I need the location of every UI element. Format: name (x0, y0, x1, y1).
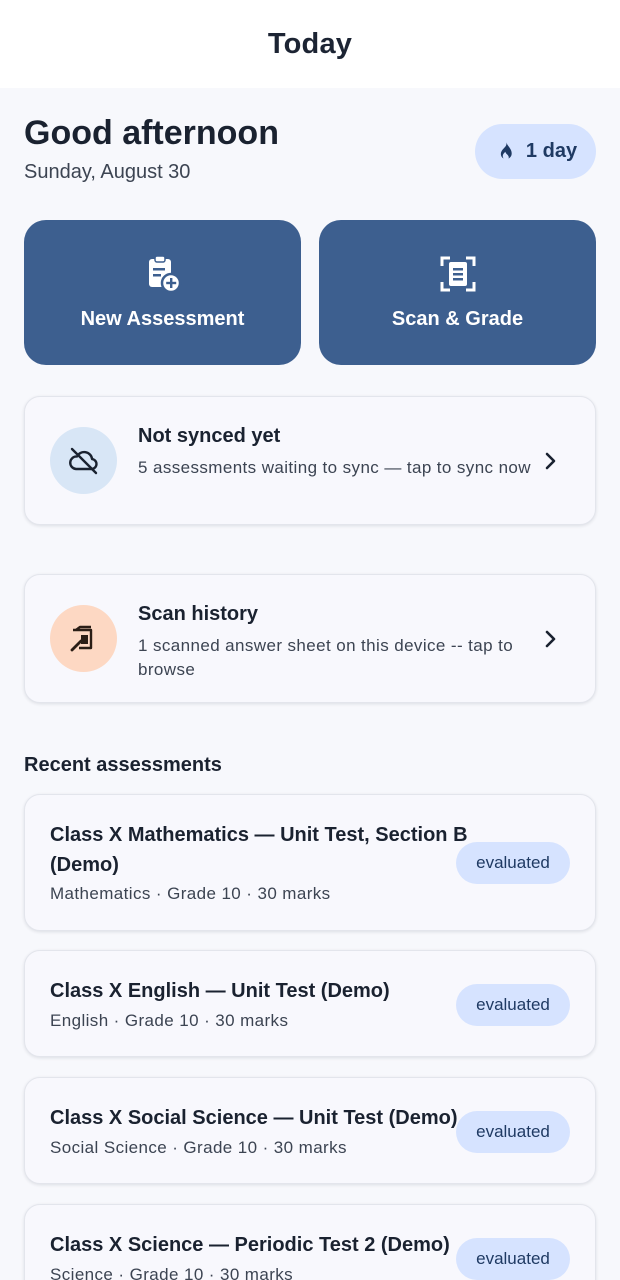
sync-card-subtitle: 5 assessments waiting to sync — tap to s… (138, 458, 531, 477)
streak-badge[interactable]: 1 day (475, 124, 596, 179)
status-badge: evaluated (456, 1238, 570, 1280)
document-scan-icon (440, 256, 475, 292)
app-bar: Today (0, 0, 620, 88)
assessment-card[interactable]: Class X Science — Periodic Test 2 (Demo)… (24, 1204, 596, 1280)
assessment-title: Class X Mathematics — Unit Test, Section… (50, 824, 468, 876)
new-assessment-button[interactable]: New Assessment (24, 220, 301, 365)
greeting: Good afternoon Sunday, August 30 (24, 114, 279, 184)
clipboard-add-icon (148, 255, 181, 294)
assessment-meta: Science · Grade 10 · 30 marks (50, 1265, 294, 1280)
sync-icon-circle (50, 427, 117, 494)
scan-history-card[interactable]: Scan history 1 scanned answer sheet on t… (24, 574, 596, 703)
assessment-title: Class X Science — Periodic Test 2 (Demo) (50, 1234, 450, 1256)
recent-assessments-heading: Recent assessments (24, 754, 222, 776)
assessment-title: Class X English — Unit Test (Demo) (50, 980, 390, 1002)
scan-grade-button[interactable]: Scan & Grade (319, 220, 596, 365)
cloud-off-icon (68, 447, 98, 474)
date-text: Sunday, August 30 (24, 161, 191, 183)
flame-icon (500, 141, 512, 159)
assessment-meta: English · Grade 10 · 30 marks (50, 1011, 289, 1030)
chevron-right-icon (545, 452, 556, 470)
new-assessment-label: New Assessment (80, 308, 245, 330)
chevron-right-icon (545, 630, 556, 648)
status-badge: evaluated (456, 842, 570, 884)
status-badge: evaluated (456, 1111, 570, 1153)
assessment-card[interactable]: Class X English — Unit Test (Demo) Engli… (24, 950, 596, 1057)
scan-history-icon (70, 625, 92, 651)
sync-card-title: Not synced yet (138, 425, 281, 447)
assessment-card[interactable]: Class X Mathematics — Unit Test, Section… (24, 794, 596, 931)
status-badge: evaluated (456, 984, 570, 1026)
assessment-card[interactable]: Class X Social Science — Unit Test (Demo… (24, 1077, 596, 1184)
scan-history-icon-circle (50, 605, 117, 672)
sync-status-card[interactable]: Not synced yet 5 assessments waiting to … (24, 396, 596, 525)
scan-history-subtitle: 1 scanned answer sheet on this device --… (138, 636, 514, 679)
scan-grade-label: Scan & Grade (391, 308, 524, 330)
greeting-text: Good afternoon (24, 114, 279, 152)
assessment-meta: Social Science · Grade 10 · 30 marks (50, 1138, 347, 1157)
scan-history-title: Scan history (138, 603, 259, 625)
streak-label: 1 day (525, 140, 578, 162)
assessment-meta: Mathematics · Grade 10 · 30 marks (50, 884, 331, 903)
assessment-title: Class X Social Science — Unit Test (Demo… (50, 1107, 458, 1129)
page-title: Today (267, 27, 353, 60)
